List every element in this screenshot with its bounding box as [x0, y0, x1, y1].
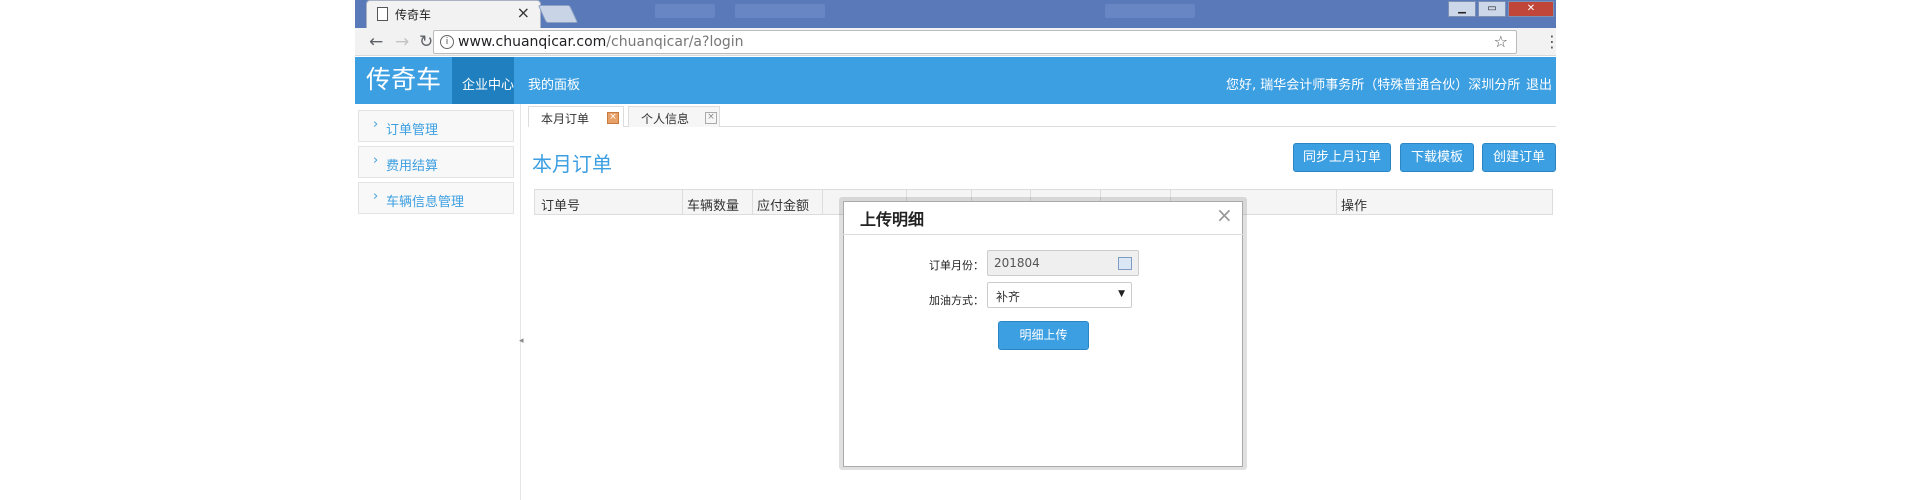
sidebar-divider [520, 104, 521, 500]
column-separator [822, 190, 823, 214]
window-close-button[interactable]: ✕ [1508, 1, 1554, 17]
chevron-right-icon: › [373, 153, 379, 168]
page-title: 本月订单 [532, 152, 612, 176]
browser-tab-title: 传奇车 [395, 8, 432, 22]
more-vert-icon[interactable]: ⋮ [1544, 32, 1560, 51]
modal-divider [843, 234, 1243, 235]
nav-item-enterprise-center[interactable]: 企业中心 [462, 74, 514, 93]
info-icon[interactable]: i [440, 35, 454, 49]
tab-label: 个人信息 [641, 112, 690, 126]
sidebar-item-billing[interactable]: › 费用结算 [358, 146, 514, 178]
collapse-sidebar-icon[interactable]: ◂ [519, 336, 524, 346]
modal-title: 上传明细 [860, 210, 925, 229]
logout-link[interactable]: 退出 [1526, 74, 1552, 93]
close-icon[interactable]: × [1216, 203, 1233, 227]
column-header-actions[interactable]: 操作 [1341, 195, 1367, 214]
sidebar-item-vehicles[interactable]: › 车辆信息管理 [358, 182, 514, 214]
minimize-button[interactable]: ▁ [1448, 1, 1476, 17]
nav-item-my-panel[interactable]: 我的面板 [528, 74, 580, 93]
close-icon[interactable]: × [607, 112, 619, 124]
arrow-left-icon[interactable]: ← [369, 32, 383, 52]
sidebar-item-orders[interactable]: › 订单管理 [358, 110, 514, 142]
chevron-down-icon: ▼ [1118, 289, 1125, 299]
column-separator [1336, 190, 1337, 214]
refuel-method-value: 补齐 [996, 290, 1021, 304]
upload-details-button[interactable]: 明细上传 [998, 321, 1089, 350]
column-header-vehicle-count[interactable]: 车辆数量 [687, 195, 739, 214]
url-text: www.chuanqicar.com/chuanqicar/a?login [458, 34, 744, 50]
sidebar-item-label: 车辆信息管理 [386, 195, 465, 210]
chevron-right-icon: › [373, 189, 379, 204]
refuel-method-label: 加油方式： [929, 294, 984, 307]
column-header-order-no[interactable]: 订单号 [541, 195, 580, 214]
close-icon[interactable]: × [517, 3, 530, 22]
blurred-background-tab [1105, 4, 1195, 18]
calendar-icon[interactable] [1118, 257, 1132, 270]
order-month-value: 201804 [994, 256, 1040, 270]
close-icon[interactable]: × [705, 112, 717, 124]
order-month-label: 订单月份： [929, 259, 984, 272]
tab-label: 本月订单 [541, 112, 590, 126]
create-order-button[interactable]: 创建订单 [1482, 143, 1556, 172]
tab-this-month-orders[interactable]: 本月订单 × [528, 106, 624, 127]
browser-tab-active[interactable]: 传奇车 × [366, 0, 541, 28]
column-separator [682, 190, 683, 214]
sidebar-item-label: 订单管理 [386, 123, 439, 138]
url-path: /chuanqicar/a?login [606, 34, 744, 50]
sidebar-item-label: 费用结算 [386, 159, 439, 174]
sync-last-month-button[interactable]: 同步上月订单 [1293, 143, 1391, 172]
refuel-method-select[interactable]: 补齐 ▼ [987, 282, 1132, 308]
column-separator [752, 190, 753, 214]
document-icon [377, 7, 388, 21]
maximize-button[interactable]: ▭ [1478, 1, 1506, 17]
arrow-right-icon[interactable]: → [395, 32, 409, 52]
column-header-amount-due[interactable]: 应付金额 [757, 195, 809, 214]
tab-personal-info[interactable]: 个人信息 × [628, 106, 720, 127]
app-logo: 传奇车 [366, 65, 442, 94]
reload-icon[interactable]: ↻ [419, 32, 433, 52]
window-controls: ▁ ▭ ✕ [1448, 0, 1556, 17]
chevron-right-icon: › [373, 117, 379, 132]
user-greeting: 您好, 瑞华会计师事务所（特殊普通合伙）深圳分所 [1226, 78, 1521, 93]
blurred-background-tab [655, 4, 715, 18]
star-icon[interactable]: ☆ [1494, 32, 1508, 51]
download-template-button[interactable]: 下载模板 [1400, 143, 1474, 172]
url-host: www.chuanqicar.com [458, 34, 607, 50]
address-bar[interactable]: i www.chuanqicar.com/chuanqicar/a?login … [433, 30, 1517, 54]
order-month-input[interactable]: 201804 [987, 250, 1139, 276]
blurred-background-tab [735, 4, 825, 18]
